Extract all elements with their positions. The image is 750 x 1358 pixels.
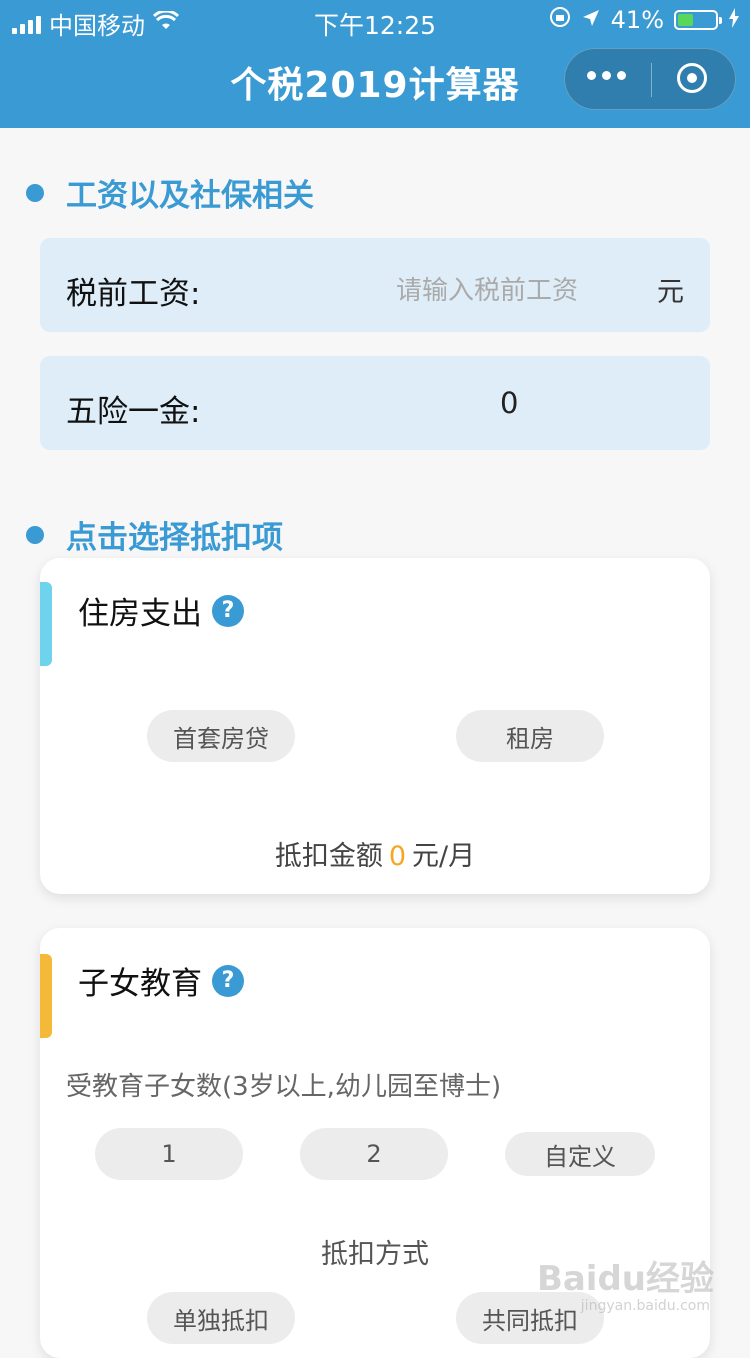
pretax-salary-label: 税前工资: <box>66 276 201 312</box>
top-bar: 中国移动 下午12:25 41% 个税2019计算器 <box>0 0 750 128</box>
education-card-title: 子女教育 <box>78 966 202 1002</box>
option-first-mortgage[interactable]: 首套房贷 <box>147 710 295 762</box>
insurance-label: 五险一金: <box>66 394 201 430</box>
education-card-header: 子女教育 ? <box>78 958 244 1003</box>
help-question-icon[interactable]: ? <box>212 964 244 997</box>
battery-icon <box>674 10 722 30</box>
battery-percent: 41% <box>610 6 664 34</box>
insurance-value-input[interactable]: 0 <box>500 386 518 420</box>
salary-section-title: 工资以及社保相关 <box>66 178 314 214</box>
option-rent[interactable]: 租房 <box>456 710 604 762</box>
children-option-1[interactable]: 1 <box>95 1128 243 1180</box>
amount-value: 0 <box>388 841 407 872</box>
insurance-row[interactable]: 五险一金: 0 <box>40 356 710 450</box>
amount-prefix: 抵扣金额 <box>274 841 383 872</box>
watermark-logo: Baidu经验 <box>536 1259 714 1299</box>
education-accent-bar <box>40 954 52 1038</box>
children-count-label: 受教育子女数(3岁以上,幼儿园至博士) <box>66 1072 502 1102</box>
charging-icon <box>728 6 740 34</box>
housing-accent-bar <box>40 582 52 666</box>
miniprogram-capsule <box>564 48 736 110</box>
method-individual[interactable]: 单独抵扣 <box>147 1292 295 1344</box>
rotation-lock-icon <box>549 6 571 34</box>
section-dot-icon <box>26 183 44 202</box>
housing-card-title: 住房支出 <box>78 596 202 632</box>
status-bar: 中国移动 下午12:25 41% <box>0 0 750 40</box>
close-miniprogram-icon[interactable] <box>677 63 707 93</box>
housing-card-header: 住房支出 ? <box>78 588 244 633</box>
deduction-section-title: 点击选择抵扣项 <box>66 520 283 556</box>
pretax-salary-unit: 元 <box>657 277 684 308</box>
pretax-salary-row[interactable]: 税前工资: 请输入税前工资 元 <box>40 238 710 332</box>
children-option-2[interactable]: 2 <box>300 1128 448 1180</box>
watermark-url: jingyan.baidu.com <box>580 1298 710 1314</box>
housing-card: 住房支出 ? 首套房贷 租房 抵扣金额 0 元/月 <box>40 558 710 894</box>
help-question-icon[interactable]: ? <box>212 594 244 627</box>
salary-section-header: 工资以及社保相关 <box>26 170 314 215</box>
housing-deduction-amount: 抵扣金额 0 元/月 <box>40 834 710 873</box>
children-option-custom[interactable]: 自定义 <box>505 1132 655 1176</box>
more-menu-icon[interactable] <box>587 71 626 80</box>
pretax-salary-input[interactable]: 请输入税前工资 <box>396 270 578 307</box>
location-icon <box>581 6 601 34</box>
section-dot-icon <box>26 525 44 544</box>
amount-suffix: 元/月 <box>412 841 476 872</box>
status-right: 41% <box>549 6 740 34</box>
capsule-divider <box>651 63 652 97</box>
deduction-section-header: 点击选择抵扣项 <box>26 512 283 557</box>
